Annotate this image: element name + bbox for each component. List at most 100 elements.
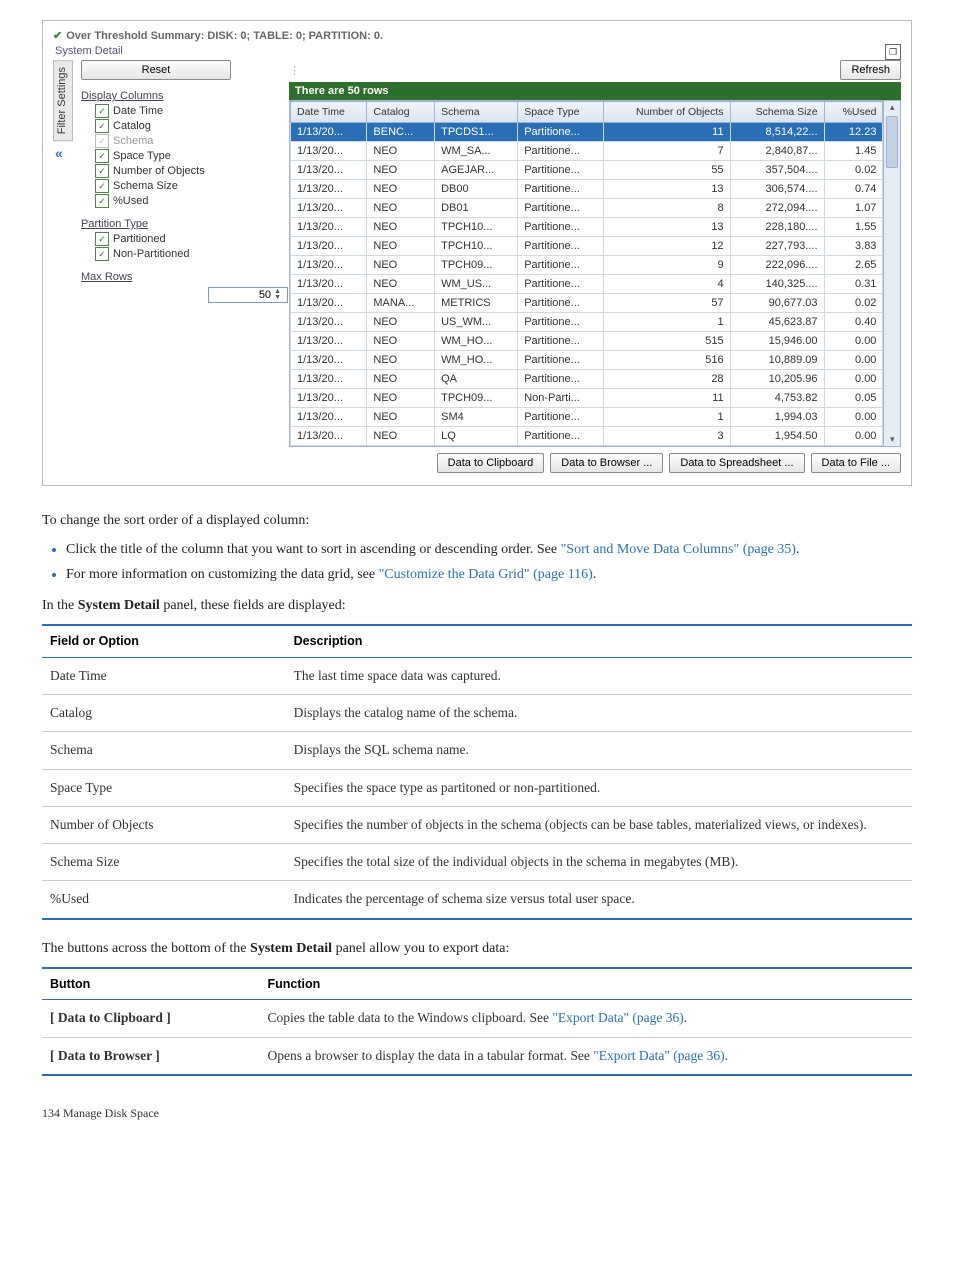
col-pct-used[interactable]: %Used bbox=[824, 102, 883, 123]
table-row[interactable]: 1/13/20...NEOAGEJAR...Partitione...55357… bbox=[291, 161, 883, 180]
table-cell: Indicates the percentage of schema size … bbox=[286, 881, 912, 919]
table-cell: Opens a browser to display the data in a… bbox=[260, 1037, 913, 1075]
table-cell: AGEJAR... bbox=[435, 161, 518, 180]
row-count-status: There are 50 rows bbox=[289, 82, 901, 100]
table-cell: Partitione... bbox=[518, 275, 604, 294]
col-schema[interactable]: Schema bbox=[435, 102, 518, 123]
table-cell: 227,793.... bbox=[730, 237, 824, 256]
table-cell: 0.00 bbox=[824, 370, 883, 389]
collapse-icon[interactable]: « bbox=[55, 145, 71, 161]
table-row[interactable]: 1/13/20...NEOTPCH09...Partitione...9222,… bbox=[291, 256, 883, 275]
table-row[interactable]: 1/13/20...NEOTPCH09...Non-Parti...114,75… bbox=[291, 389, 883, 408]
refresh-button[interactable]: Refresh bbox=[840, 60, 901, 80]
table-row[interactable]: 1/13/20...BENC...TPCDS1...Partitione...1… bbox=[291, 123, 883, 142]
table-cell: LQ bbox=[435, 427, 518, 446]
table-row[interactable]: 1/13/20...NEODB01Partitione...8272,094..… bbox=[291, 199, 883, 218]
doc-link[interactable]: "Export Data" (page 36) bbox=[552, 1010, 683, 1025]
filter-settings-tab[interactable]: Filter Settings bbox=[53, 60, 73, 141]
doc-link[interactable]: "Sort and Move Data Columns" (page 35) bbox=[561, 542, 796, 557]
checkbox-label: Space Type bbox=[113, 150, 171, 162]
popout-icon[interactable]: ❐ bbox=[885, 44, 901, 60]
checkbox-date-time[interactable]: ✓ bbox=[95, 104, 109, 118]
checkbox-num-objects[interactable]: ✓ bbox=[95, 164, 109, 178]
table-cell: 10,205.96 bbox=[730, 370, 824, 389]
table-cell: 1 bbox=[604, 313, 730, 332]
table-cell: Catalog bbox=[42, 695, 286, 732]
table-cell: NEO bbox=[367, 180, 435, 199]
table-cell: 0.74 bbox=[824, 180, 883, 199]
table-row[interactable]: 1/13/20...NEODB00Partitione...13306,574.… bbox=[291, 180, 883, 199]
checkbox-catalog[interactable]: ✓ bbox=[95, 119, 109, 133]
table-cell: [ Data to Clipboard ] bbox=[42, 1000, 260, 1037]
checkbox-pct-used[interactable]: ✓ bbox=[95, 194, 109, 208]
table-cell: 1,954.50 bbox=[730, 427, 824, 446]
table-cell: 0.31 bbox=[824, 275, 883, 294]
table-cell: 28 bbox=[604, 370, 730, 389]
table-cell: 0.40 bbox=[824, 313, 883, 332]
table-cell: 1.45 bbox=[824, 142, 883, 161]
table-cell: Partitione... bbox=[518, 142, 604, 161]
col-space-type[interactable]: Space Type bbox=[518, 102, 604, 123]
table-cell: 11 bbox=[604, 389, 730, 408]
table-row[interactable]: 1/13/20...NEOLQPartitione...31,954.500.0… bbox=[291, 427, 883, 446]
table-cell: Schema Size bbox=[42, 844, 286, 881]
checkbox-schema-size[interactable]: ✓ bbox=[95, 179, 109, 193]
table-row[interactable]: 1/13/20...NEOWM_HO...Partitione...51610,… bbox=[291, 351, 883, 370]
table-cell: Displays the SQL schema name. bbox=[286, 732, 912, 769]
checkbox-non-partitioned[interactable]: ✓ bbox=[95, 247, 109, 261]
partition-type-header: Partition Type bbox=[81, 218, 281, 230]
doc-link[interactable]: "Export Data" (page 36) bbox=[593, 1048, 724, 1063]
table-row[interactable]: 1/13/20...NEOSM4Partitione...11,994.030.… bbox=[291, 408, 883, 427]
table-cell: 2,840,87... bbox=[730, 142, 824, 161]
table-row[interactable]: 1/13/20...NEOUS_WM...Partitione...145,62… bbox=[291, 313, 883, 332]
checkbox-space-type[interactable]: ✓ bbox=[95, 149, 109, 163]
table-cell: 1/13/20... bbox=[291, 389, 367, 408]
table-row[interactable]: 1/13/20...NEOWM_US...Partitione...4140,3… bbox=[291, 275, 883, 294]
col-catalog[interactable]: Catalog bbox=[367, 102, 435, 123]
checkbox-schema: ✓ bbox=[95, 134, 109, 148]
field-description-table: Field or OptionDescription Date TimeThe … bbox=[42, 624, 912, 920]
table-row[interactable]: 1/13/20...NEOTPCH10...Partitione...13228… bbox=[291, 218, 883, 237]
scroll-thumb[interactable] bbox=[886, 116, 898, 168]
table-cell: Space Type bbox=[42, 769, 286, 806]
table-header: Button bbox=[42, 968, 260, 1000]
data-to-clipboard-button[interactable]: Data to Clipboard bbox=[437, 453, 545, 473]
table-cell: Partitione... bbox=[518, 161, 604, 180]
table-cell: Date Time bbox=[42, 657, 286, 694]
spinner-down-icon[interactable]: ▼ bbox=[274, 295, 281, 301]
table-cell: 11 bbox=[604, 123, 730, 142]
vertical-scrollbar[interactable]: ▴ ▾ bbox=[883, 101, 900, 446]
data-to-spreadsheet-button[interactable]: Data to Spreadsheet ... bbox=[669, 453, 804, 473]
scroll-down-icon[interactable]: ▾ bbox=[890, 433, 895, 446]
table-row[interactable]: 1/13/20...NEOTPCH10...Partitione...12227… bbox=[291, 237, 883, 256]
table-cell: %Used bbox=[42, 881, 286, 919]
table-cell: DB01 bbox=[435, 199, 518, 218]
table-cell: 272,094.... bbox=[730, 199, 824, 218]
data-to-browser-button[interactable]: Data to Browser ... bbox=[550, 453, 663, 473]
scroll-up-icon[interactable]: ▴ bbox=[890, 101, 895, 114]
table-cell: QA bbox=[435, 370, 518, 389]
table-cell: 1 bbox=[604, 408, 730, 427]
table-cell: Partitione... bbox=[518, 256, 604, 275]
col-schema-size[interactable]: Schema Size bbox=[730, 102, 824, 123]
doc-link[interactable]: "Customize the Data Grid" (page 116) bbox=[379, 567, 593, 582]
table-cell: 306,574.... bbox=[730, 180, 824, 199]
table-row[interactable]: 1/13/20...NEOWM_HO...Partitione...51515,… bbox=[291, 332, 883, 351]
col-num-objects[interactable]: Number of Objects bbox=[604, 102, 730, 123]
table-cell: Partitione... bbox=[518, 332, 604, 351]
col-date-time[interactable]: Date Time bbox=[291, 102, 367, 123]
table-row: Date TimeThe last time space data was ca… bbox=[42, 657, 912, 694]
data-to-file-button[interactable]: Data to File ... bbox=[811, 453, 901, 473]
checkbox-partitioned[interactable]: ✓ bbox=[95, 232, 109, 246]
table-cell: NEO bbox=[367, 313, 435, 332]
table-cell: 4,753.82 bbox=[730, 389, 824, 408]
table-row[interactable]: 1/13/20...NEOQAPartitione...2810,205.960… bbox=[291, 370, 883, 389]
table-cell: 1/13/20... bbox=[291, 123, 367, 142]
table-cell: 515 bbox=[604, 332, 730, 351]
reset-button[interactable]: Reset bbox=[81, 60, 231, 80]
check-icon: ✔ bbox=[53, 29, 62, 42]
table-row[interactable]: 1/13/20...NEOWM_SA...Partitione...72,840… bbox=[291, 142, 883, 161]
table-row[interactable]: 1/13/20...MANA...METRICSPartitione...579… bbox=[291, 294, 883, 313]
table-cell: Partitione... bbox=[518, 294, 604, 313]
table-cell: 1/13/20... bbox=[291, 142, 367, 161]
